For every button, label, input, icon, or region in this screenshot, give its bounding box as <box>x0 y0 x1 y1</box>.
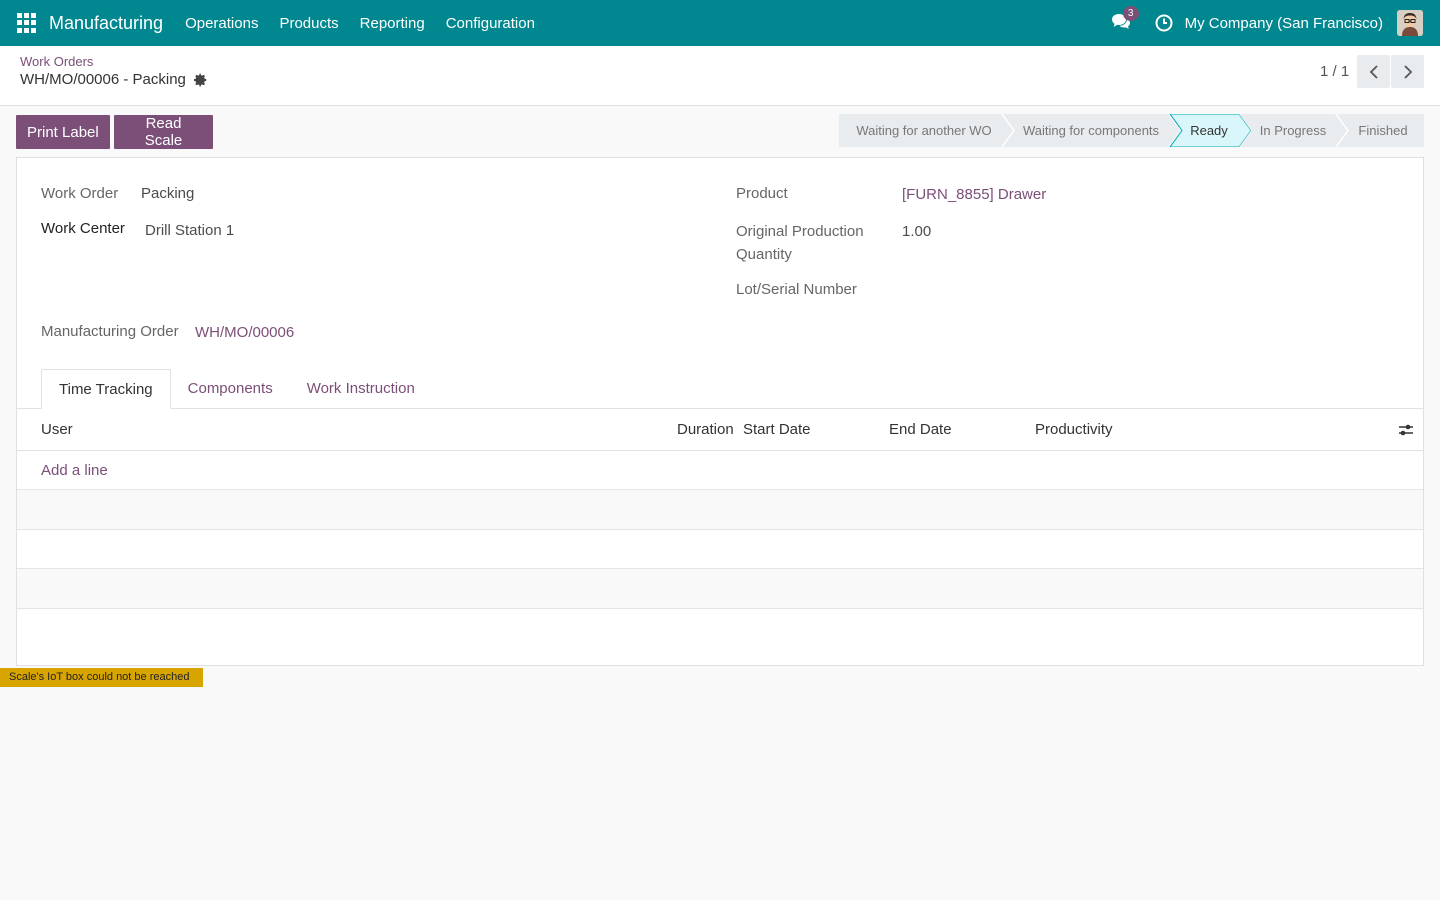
column-productivity[interactable]: Productivity <box>1035 421 1113 438</box>
messaging-menu[interactable]: 3 <box>1111 6 1139 33</box>
original-qty-label-line2: Quantity <box>736 246 792 263</box>
breadcrumb-work-orders[interactable]: Work Orders <box>20 54 93 69</box>
work-order-field[interactable]: Packing <box>141 185 194 202</box>
stage-label: Waiting for another WO <box>856 123 992 138</box>
stage-waiting-components[interactable]: Waiting for components <box>1009 114 1173 147</box>
chevron-left-icon <box>1369 64 1378 79</box>
form-sheet: Work Order Packing Work Center Drill Sta… <box>16 157 1424 666</box>
pager-value: 1 / 1 <box>1320 63 1350 80</box>
table-row <box>17 568 1423 608</box>
product-label: Product <box>736 185 788 202</box>
stage-finished[interactable]: Finished <box>1344 114 1422 147</box>
original-qty-field: 1.00 <box>902 223 932 240</box>
app-brand[interactable]: Manufacturing <box>49 13 163 34</box>
column-end-date[interactable]: End Date <box>889 421 952 438</box>
optional-columns-icon[interactable] <box>1398 422 1414 438</box>
stage-label: In Progress <box>1259 123 1327 138</box>
menu-operations[interactable]: Operations <box>185 15 258 32</box>
chat-count-badge: 3 <box>1122 6 1139 21</box>
pager-next-button[interactable] <box>1391 55 1424 88</box>
lot-serial-label: Lot/Serial Number <box>736 281 857 298</box>
company-switcher[interactable]: My Company (San Francisco) <box>1185 15 1383 32</box>
pager-previous-button[interactable] <box>1357 55 1390 88</box>
record-title-text: WH/MO/00006 - Packing <box>20 71 186 88</box>
print-label-button[interactable]: Print Label <box>16 115 110 149</box>
stage-label: Ready <box>1190 123 1228 138</box>
time-tracking-table-header: User Duration Start Date End Date Produc… <box>17 409 1423 451</box>
work-center-label: Work Center <box>41 220 125 237</box>
stage-in-progress[interactable]: In Progress <box>1249 114 1337 147</box>
manufacturing-order-link[interactable]: WH/MO/00006 <box>195 324 294 341</box>
tab-work-instruction[interactable]: Work Instruction <box>290 369 432 409</box>
table-row <box>17 489 1423 529</box>
iot-warning-notification: Scale's IoT box could not be reached <box>0 668 203 687</box>
navbar-systray: 3 My Company (San Francisco) <box>1111 6 1440 36</box>
column-start-date[interactable]: Start Date <box>743 421 811 438</box>
read-scale-button[interactable]: Read Scale <box>114 115 213 149</box>
add-a-line-link[interactable]: Add a line <box>41 462 108 479</box>
stage-waiting-another-wo[interactable]: Waiting for another WO <box>839 114 1009 147</box>
table-row <box>17 529 1423 569</box>
gear-icon[interactable] <box>193 72 208 87</box>
notebook-tabs: Time Tracking Components Work Instructio… <box>41 369 432 409</box>
menu-reporting[interactable]: Reporting <box>360 15 425 32</box>
work-center-field[interactable]: Drill Station 1 <box>145 222 234 239</box>
apps-menu-icon[interactable] <box>17 13 37 33</box>
menu-products[interactable]: Products <box>279 15 338 32</box>
record-title: WH/MO/00006 - Packing <box>20 71 208 88</box>
chevron-right-icon <box>1403 64 1412 79</box>
column-duration[interactable]: Duration <box>677 421 734 438</box>
stage-label: Finished <box>1358 123 1408 138</box>
activity-clock-icon[interactable] <box>1155 14 1173 32</box>
control-panel: Work Orders WH/MO/00006 - Packing 1 / 1 <box>0 46 1440 106</box>
tab-time-tracking[interactable]: Time Tracking <box>41 369 171 409</box>
stage-ready[interactable]: Ready <box>1177 114 1241 147</box>
status-bar: Waiting for another WO Waiting for compo… <box>839 114 1424 147</box>
product-link[interactable]: [FURN_8855] Drawer <box>902 186 1046 203</box>
work-order-label: Work Order <box>41 185 119 202</box>
table-row <box>17 608 1423 665</box>
user-avatar[interactable] <box>1397 10 1423 36</box>
menu-configuration[interactable]: Configuration <box>446 15 535 32</box>
tab-components[interactable]: Components <box>171 369 290 409</box>
stage-label: Waiting for components <box>1022 123 1160 138</box>
original-qty-label-line1: Original Production <box>736 223 864 240</box>
main-menu: Operations Products Reporting Configurat… <box>185 15 556 32</box>
top-navbar: Manufacturing Operations Products Report… <box>0 0 1440 46</box>
column-user[interactable]: User <box>41 421 73 438</box>
manufacturing-order-label: Manufacturing Order <box>41 323 179 340</box>
